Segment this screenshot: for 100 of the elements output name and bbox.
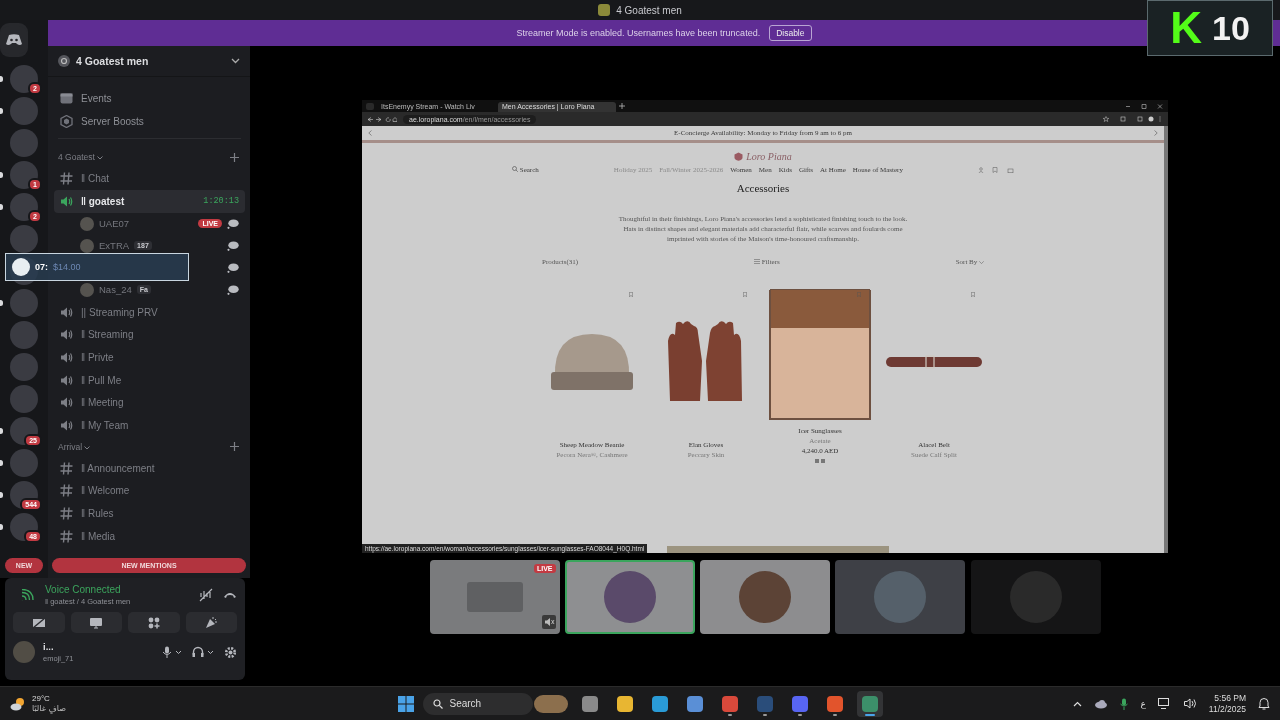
notification-bell-icon[interactable]	[1258, 697, 1270, 710]
search-icon	[432, 698, 443, 709]
speaker-icon	[60, 194, 73, 208]
server-header[interactable]: 4 Goatest men	[48, 46, 250, 77]
weather-icon[interactable]	[10, 696, 26, 711]
speech-bubble-icon	[227, 218, 239, 229]
server-menu-item[interactable]: Events	[54, 87, 245, 110]
member-name[interactable]: UAE07	[99, 218, 130, 230]
speech-bubble-icon	[227, 262, 239, 273]
category-header[interactable]: Arrival	[58, 441, 91, 452]
browser-toolbar-icons[interactable]	[1103, 116, 1163, 122]
calendar-icon	[60, 92, 73, 105]
speaker-icon	[60, 396, 73, 410]
search-field[interactable]: Search	[422, 692, 533, 715]
network-icon[interactable]	[1157, 698, 1172, 709]
participant-tile[interactable]	[564, 560, 695, 634]
hashtag-icon	[60, 461, 73, 475]
controller-icon	[6, 34, 22, 46]
navigation-icons[interactable]	[367, 116, 397, 122]
channel-item[interactable]: ‖ Privte	[54, 346, 245, 369]
speaker-icon	[60, 328, 73, 342]
channel-item[interactable]: || Streaming PRV	[54, 300, 245, 324]
camera-off-button[interactable]	[13, 612, 65, 633]
screen-share-button[interactable]	[70, 612, 122, 633]
crest-icon	[734, 152, 744, 161]
hashtag-icon	[60, 507, 73, 521]
clock[interactable]: 5:56 PM 11/2/2025	[1208, 692, 1246, 715]
chevron-down-icon	[97, 156, 104, 161]
new-tab-button[interactable]	[619, 103, 625, 109]
channel-item[interactable]: ‖ goatest 1:20:13	[54, 190, 245, 213]
channel-item[interactable]: ‖ My Team	[54, 414, 245, 437]
speech-bubble-icon	[227, 284, 239, 295]
weather-condition[interactable]: صافٍ غالبًا	[32, 703, 66, 714]
add-channel-icon[interactable]	[230, 152, 239, 162]
chevron-up-icon[interactable]	[1073, 700, 1083, 707]
screen-preview	[466, 582, 523, 612]
server-icon[interactable]	[10, 417, 38, 445]
user-avatar	[874, 571, 927, 623]
overlay-label: 07:	[35, 262, 48, 272]
muted-speaker-icon[interactable]	[541, 615, 556, 629]
folder-icon	[616, 695, 633, 712]
app-icon	[861, 695, 878, 712]
chevron-down-icon	[979, 261, 984, 265]
channel-item[interactable]: ‖ Rules	[54, 502, 245, 525]
brand-logo[interactable]: Loro Piana	[746, 151, 792, 162]
steam-icon	[756, 695, 773, 712]
activities-button[interactable]	[128, 612, 180, 633]
soundboard-button[interactable]	[185, 612, 237, 633]
window-controls-icon[interactable]	[1124, 103, 1164, 109]
overlay-amount: $14.00	[53, 262, 81, 272]
speaker-icon	[60, 419, 73, 433]
start-button[interactable]	[397, 695, 414, 712]
microphone-icon[interactable]	[162, 646, 184, 658]
disable-button[interactable]: Disable	[769, 25, 812, 41]
disconnect-icon[interactable]	[223, 591, 237, 599]
server-icon[interactable]	[10, 513, 38, 541]
member-name[interactable]: Nas_24	[99, 284, 132, 296]
overlay-number: 10	[1211, 11, 1250, 45]
channel-item[interactable]: ‖ Pull Me	[54, 368, 245, 392]
temperature[interactable]: 29°C	[32, 693, 66, 704]
channel-item[interactable]: ‖ Welcome	[54, 479, 245, 503]
channel-item[interactable]: ‖ Chat	[54, 167, 245, 191]
headphones-icon[interactable]	[192, 646, 216, 658]
participant-tile[interactable]	[835, 560, 966, 634]
category-header[interactable]: 4 Goatest	[58, 152, 104, 163]
noise-suppression-icon[interactable]	[199, 588, 213, 602]
store-icon	[686, 695, 703, 712]
username[interactable]: i...	[43, 641, 74, 652]
server-icon	[598, 4, 611, 16]
channel-item[interactable]: ‖ Media	[54, 524, 245, 548]
channel-item[interactable]: ‖ Meeting	[54, 391, 245, 415]
input-language[interactable]: ع	[1140, 698, 1146, 709]
participant-tile[interactable]	[700, 560, 830, 634]
page-heading: Accessories	[735, 182, 791, 194]
channel-item[interactable]: ‖ Announcement	[54, 456, 245, 480]
chevron-down-icon	[84, 445, 91, 450]
taskbar-app-button[interactable]	[856, 690, 883, 717]
speaker-icon	[60, 373, 73, 387]
microphone-icon[interactable]	[1120, 697, 1129, 710]
server-menu-item[interactable]: Server Boosts	[54, 109, 245, 133]
search-highlight-picture	[533, 694, 568, 713]
monitor-icon	[89, 616, 104, 629]
streamer-mode-notice: Streamer Mode is enabled. Usernames have been truncated.	[516, 28, 761, 38]
browser-icon	[651, 695, 668, 712]
add-channel-icon[interactable]	[230, 442, 239, 452]
hashtag-icon	[60, 529, 73, 543]
color-swatches[interactable]	[815, 459, 825, 464]
filter-lines-icon	[754, 259, 761, 265]
participant-tile[interactable]	[970, 560, 1101, 634]
channel-item[interactable]: ‖ Streaming	[54, 323, 245, 347]
user-avatar	[603, 571, 656, 623]
chevron-down-icon	[231, 58, 240, 64]
cloud-icon[interactable]	[1094, 698, 1109, 709]
speaker-icon	[60, 350, 73, 364]
browser-icon	[826, 695, 843, 712]
member-name[interactable]: ExTRA	[99, 240, 130, 252]
volume-icon[interactable]	[1183, 698, 1197, 709]
settings-icon[interactable]	[224, 645, 237, 659]
user-avatar	[739, 571, 791, 623]
voice-status[interactable]: Voice Connected	[45, 584, 131, 595]
